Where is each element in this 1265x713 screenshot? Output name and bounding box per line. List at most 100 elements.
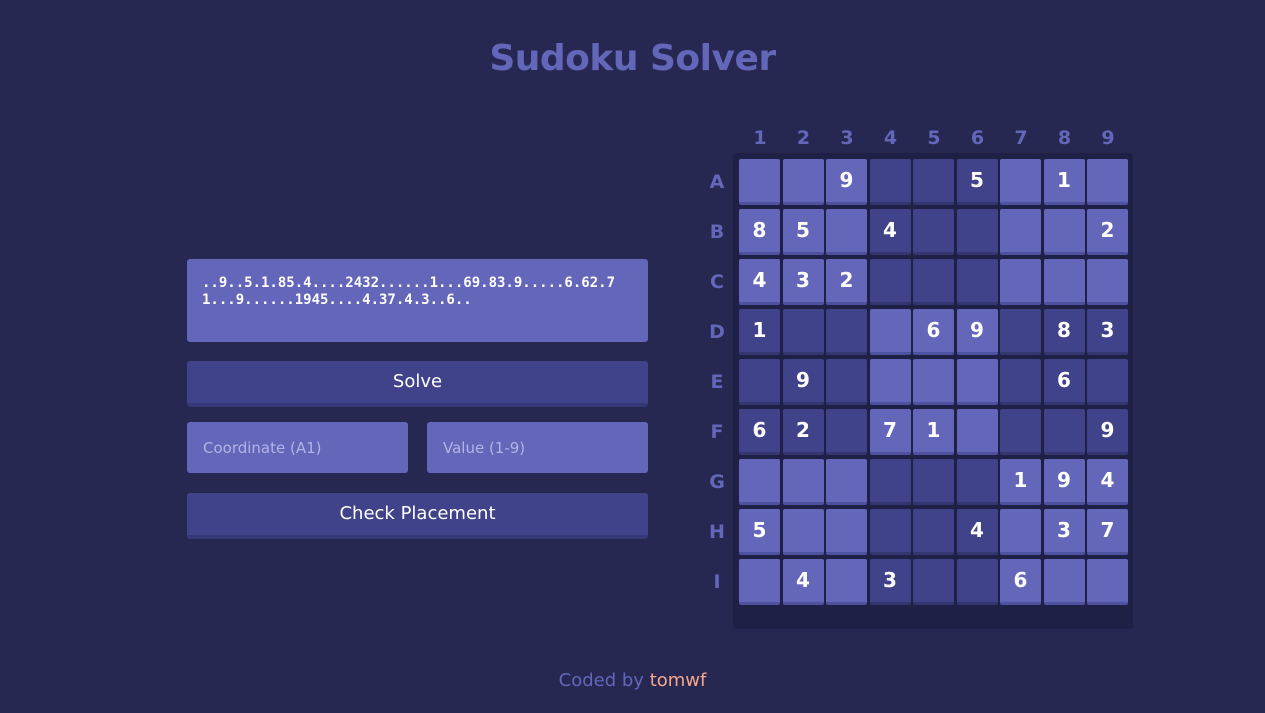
cell-B6[interactable] <box>956 209 998 255</box>
cell-G6[interactable] <box>956 459 998 505</box>
cell-G8[interactable]: 9 <box>1043 459 1085 505</box>
cell-I5[interactable] <box>913 559 954 605</box>
puzzle-input[interactable]: ..9..5.1.85.4....2432......1...69.83.9..… <box>187 259 648 342</box>
cell-I9[interactable] <box>1087 559 1128 605</box>
cell-E6[interactable] <box>956 359 998 405</box>
cell-H7[interactable] <box>1000 509 1041 555</box>
value-input[interactable] <box>427 422 648 473</box>
row-label-H: H <box>709 521 725 543</box>
cell-H5[interactable] <box>913 509 954 555</box>
cell-C7[interactable] <box>1000 259 1041 305</box>
cell-B2[interactable]: 5 <box>782 209 824 255</box>
row-label-B: B <box>709 221 725 243</box>
cell-D8[interactable]: 8 <box>1043 309 1085 355</box>
cell-H9[interactable]: 7 <box>1087 509 1128 555</box>
cell-B9[interactable]: 2 <box>1087 209 1128 255</box>
row-label-E: E <box>710 371 724 393</box>
cell-A8[interactable]: 1 <box>1043 159 1085 205</box>
column-label-1: 1 <box>753 127 767 149</box>
cell-I8[interactable] <box>1043 559 1085 605</box>
cell-I4[interactable]: 3 <box>869 559 911 605</box>
cell-A6[interactable]: 5 <box>956 159 998 205</box>
cell-E5[interactable] <box>913 359 954 405</box>
cell-C4[interactable] <box>869 259 911 305</box>
cell-H3[interactable] <box>826 509 867 555</box>
cell-F7[interactable] <box>1000 409 1041 455</box>
cell-D6[interactable]: 9 <box>956 309 998 355</box>
cell-C3[interactable]: 2 <box>826 259 867 305</box>
cell-I6[interactable] <box>956 559 998 605</box>
cell-A4[interactable] <box>869 159 911 205</box>
cell-F3[interactable] <box>826 409 867 455</box>
cell-C1[interactable]: 4 <box>739 259 780 305</box>
cell-B3[interactable] <box>826 209 867 255</box>
cell-D5[interactable]: 6 <box>913 309 954 355</box>
cell-E7[interactable] <box>1000 359 1041 405</box>
author-link[interactable]: tomwf <box>650 670 707 691</box>
cell-C8[interactable] <box>1043 259 1085 305</box>
row-label-A: A <box>709 171 725 193</box>
cell-G5[interactable] <box>913 459 954 505</box>
cell-B4[interactable]: 4 <box>869 209 911 255</box>
cell-A5[interactable] <box>913 159 954 205</box>
check-placement-button[interactable]: Check Placement <box>187 493 648 539</box>
cell-A2[interactable] <box>782 159 824 205</box>
cell-E4[interactable] <box>869 359 911 405</box>
cell-A1[interactable] <box>739 159 780 205</box>
cell-F5[interactable]: 1 <box>913 409 954 455</box>
cell-E3[interactable] <box>826 359 867 405</box>
coordinate-input[interactable] <box>187 422 408 473</box>
cell-B7[interactable] <box>1000 209 1041 255</box>
page: Sudoku Solver ..9..5.1.85.4....2432.....… <box>0 0 1265 713</box>
cell-F4[interactable]: 7 <box>869 409 911 455</box>
cell-E9[interactable] <box>1087 359 1128 405</box>
cell-E1[interactable] <box>739 359 780 405</box>
cell-E8[interactable]: 6 <box>1043 359 1085 405</box>
cell-C2[interactable]: 3 <box>782 259 824 305</box>
cell-D9[interactable]: 3 <box>1087 309 1128 355</box>
column-label-2: 2 <box>796 127 811 149</box>
cell-C6[interactable] <box>956 259 998 305</box>
cell-A9[interactable] <box>1087 159 1128 205</box>
footer-prefix: Coded by <box>558 670 644 691</box>
cell-G7[interactable]: 1 <box>1000 459 1041 505</box>
cell-F9[interactable]: 9 <box>1087 409 1128 455</box>
sudoku-board: 95185424321698396627191945437436 <box>733 153 1133 629</box>
cell-G2[interactable] <box>782 459 824 505</box>
cell-G9[interactable]: 4 <box>1087 459 1128 505</box>
cell-C5[interactable] <box>913 259 954 305</box>
cell-H6[interactable]: 4 <box>956 509 998 555</box>
cell-C9[interactable] <box>1087 259 1128 305</box>
cell-H1[interactable]: 5 <box>739 509 780 555</box>
column-label-9: 9 <box>1101 127 1115 149</box>
cell-F6[interactable] <box>956 409 998 455</box>
solve-button[interactable]: Solve <box>187 361 648 407</box>
cell-D3[interactable] <box>826 309 867 355</box>
cell-I7[interactable]: 6 <box>1000 559 1041 605</box>
row-label-C: C <box>710 271 724 293</box>
cell-E2[interactable]: 9 <box>782 359 824 405</box>
row-label-G: G <box>709 471 725 493</box>
cell-G3[interactable] <box>826 459 867 505</box>
cell-D7[interactable] <box>1000 309 1041 355</box>
cell-B5[interactable] <box>913 209 954 255</box>
column-label-8: 8 <box>1057 127 1072 149</box>
cell-I3[interactable] <box>826 559 867 605</box>
cell-B1[interactable]: 8 <box>739 209 780 255</box>
cell-G1[interactable] <box>739 459 780 505</box>
cell-D1[interactable]: 1 <box>739 309 780 355</box>
cell-I1[interactable] <box>739 559 780 605</box>
cell-I2[interactable]: 4 <box>782 559 824 605</box>
cell-A7[interactable] <box>1000 159 1041 205</box>
cell-D4[interactable] <box>869 309 911 355</box>
cell-H8[interactable]: 3 <box>1043 509 1085 555</box>
cell-H4[interactable] <box>869 509 911 555</box>
cell-F2[interactable]: 2 <box>782 409 824 455</box>
cell-G4[interactable] <box>869 459 911 505</box>
cell-F1[interactable]: 6 <box>739 409 780 455</box>
cell-A3[interactable]: 9 <box>826 159 867 205</box>
cell-B8[interactable] <box>1043 209 1085 255</box>
cell-D2[interactable] <box>782 309 824 355</box>
cell-H2[interactable] <box>782 509 824 555</box>
cell-F8[interactable] <box>1043 409 1085 455</box>
